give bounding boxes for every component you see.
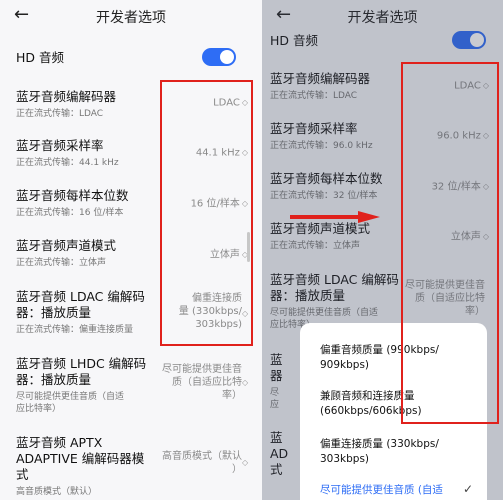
- option-best-effort[interactable]: 尽可能提供更佳音质 (自适: [320, 483, 477, 498]
- lhdc-sub-l2: 应比特率）: [16, 404, 62, 414]
- highlight-box-left: [160, 80, 253, 346]
- highlight-box-right: [401, 62, 499, 424]
- aptx-value[interactable]: 高音质模式（默认）: [162, 450, 242, 476]
- option-connection-quality[interactable]: 偏重连接质量 (330kbps/303kbps): [320, 437, 477, 467]
- page-title: 开发者选项: [96, 10, 166, 26]
- left-screen: ← 开发者选项 HD 音频 蓝牙音频编解码器 正在流式传输：LDAC LDAC ◇…: [0, 0, 262, 500]
- hd-audio-toggle[interactable]: [202, 48, 236, 66]
- chevron-updown-icon: ◇: [242, 458, 249, 467]
- aptx-sub: 高音质模式（默认）: [16, 487, 98, 497]
- aptx-title-l1: 蓝牙音频 APTX: [16, 435, 103, 450]
- check-icon: ✓: [462, 482, 473, 496]
- arrow-right-icon: [290, 211, 380, 223]
- lhdc-value[interactable]: 尽可能提供更佳音 质（自适应比特 率）: [162, 363, 242, 402]
- app-bar: ← 开发者选项: [0, 0, 262, 32]
- chevron-updown-icon: ◇: [242, 378, 249, 387]
